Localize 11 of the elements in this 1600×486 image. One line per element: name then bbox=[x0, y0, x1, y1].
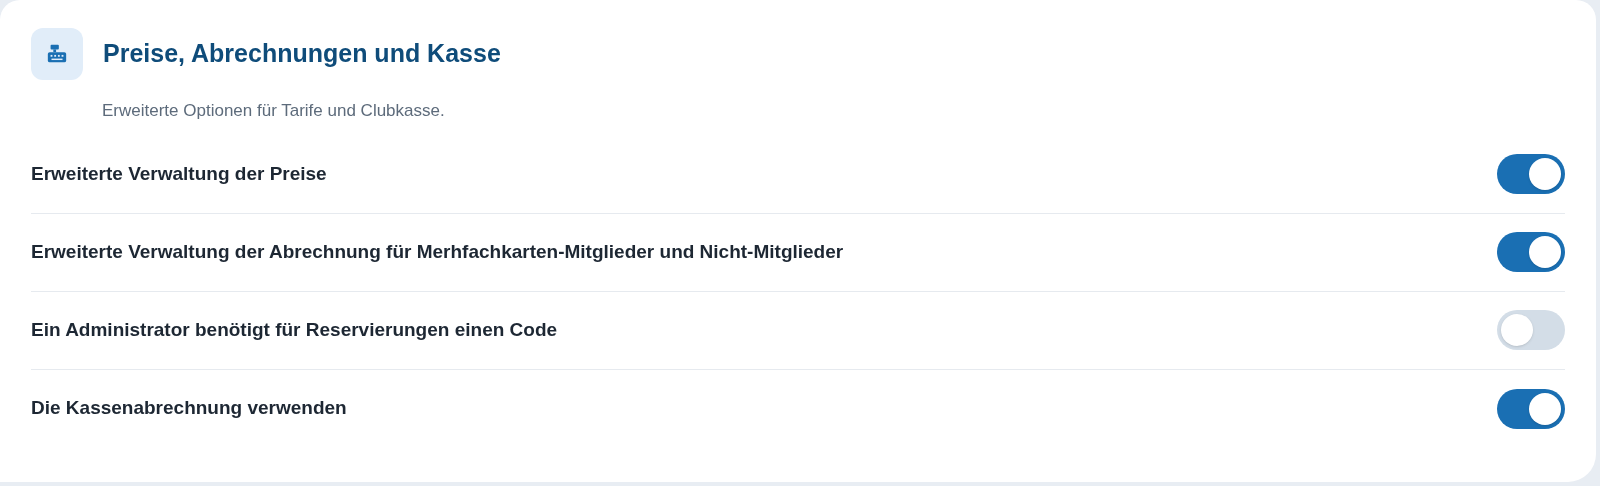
setting-label: Ein Administrator benötigt für Reservierungen einen Code bbox=[31, 317, 558, 342]
toggle-switch[interactable] bbox=[1497, 388, 1565, 429]
toggle-switch[interactable] bbox=[1497, 232, 1565, 272]
setting-label: Die Kassenabrechnung verwenden bbox=[31, 396, 347, 421]
section-description: Erweiterte Optionen für Tarife und Clubkasse. bbox=[102, 100, 446, 122]
section-title: Preise, Abrechnungen und Kasse bbox=[103, 38, 501, 70]
setting-label: Erweiterte Verwaltung der Abrechnung für Merhfachkarten-Mitglieder und Nicht-Mitglieder bbox=[31, 239, 844, 264]
cash-register-icon bbox=[31, 28, 83, 80]
toggle-switch[interactable] bbox=[1497, 310, 1565, 350]
toggle-switch[interactable] bbox=[1497, 154, 1565, 194]
setting-label: Erweiterte Verwaltung der Preise bbox=[31, 161, 327, 186]
